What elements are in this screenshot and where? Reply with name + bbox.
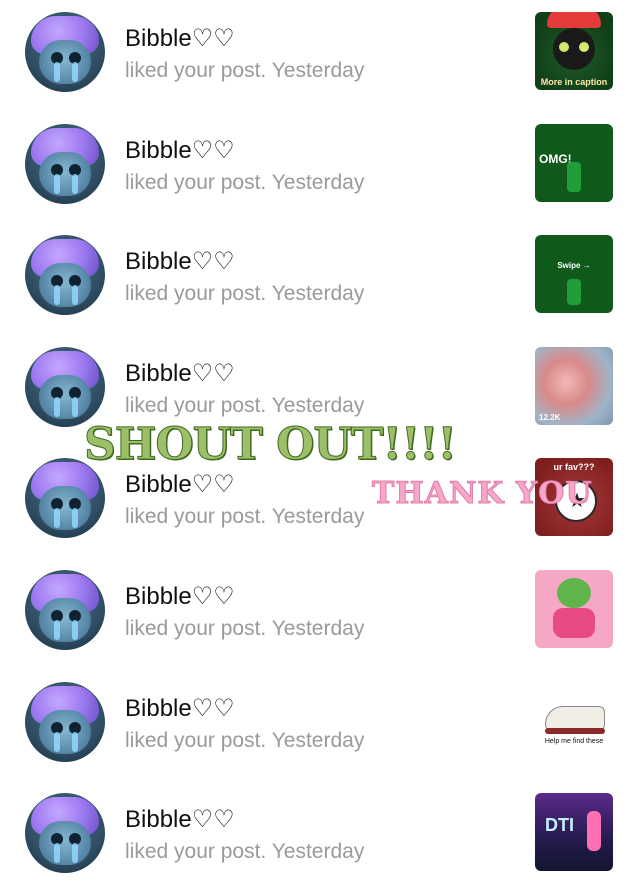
avatar-tear [72,620,78,640]
post-thumbnail[interactable]: Help me find these [535,681,613,760]
thumb-caption: 12.2K [539,412,561,422]
avatar-tear [72,62,78,82]
cat-eye-icon [559,42,569,52]
elf-figure-icon [567,279,581,306]
username[interactable]: Bibble♡♡ [125,694,235,723]
shout-out-overlay-text: SHOUT OUT!!!! [84,419,458,471]
activity-text: liked your post. Yesterday [125,728,365,752]
avatar-tear [54,173,60,194]
avatar[interactable] [25,793,105,874]
thumb-caption: DTI [545,815,574,836]
avatar-figure-icon [587,811,601,852]
post-thumbnail[interactable]: Swipe → [535,235,613,314]
avatar-tear [72,396,78,417]
thumb-caption: More in caption [540,77,608,87]
avatar[interactable] [25,12,105,92]
activity-text: liked your post. Yesterday [125,282,365,306]
avatar-tear [54,396,60,417]
notification-row[interactable]: Bibble♡♡ liked your post. Yesterday [0,558,640,670]
avatar[interactable] [25,570,105,650]
username[interactable]: Bibble♡♡ [125,470,235,499]
post-thumbnail[interactable]: More in caption [535,12,613,90]
avatar-tear [54,508,60,529]
avatar-tear [54,62,60,82]
notification-row[interactable]: Bibble♡♡ liked your post. Yesterday OMG! [0,112,640,224]
avatar-face [39,709,91,754]
avatar-face [39,486,91,531]
username[interactable]: Bibble♡♡ [125,582,235,611]
avatar-tear [54,285,60,306]
avatar-tear [54,620,60,640]
avatar[interactable] [25,458,105,539]
grinch-face-icon [557,578,591,608]
username[interactable]: Bibble♡♡ [125,24,235,53]
avatar[interactable] [25,681,105,762]
post-thumbnail[interactable]: DTI [535,793,613,872]
avatar-face [39,40,91,84]
activity-text: liked your post. Yesterday [125,170,365,194]
thank-you-overlay-text: THANK YOU [372,476,593,512]
avatar-tear [72,285,78,306]
notification-row[interactable]: Bibble♡♡ liked your post. Yesterday More… [0,0,640,112]
grinch-outfit-icon [553,608,595,638]
avatar[interactable] [25,235,105,316]
cat-eye-icon [579,42,589,52]
avatar[interactable] [25,123,105,204]
avatar-tear [54,731,60,752]
notification-row[interactable]: Bibble♡♡ liked your post. Yesterday Swip… [0,223,640,335]
avatar-tear [72,173,78,194]
thumb-caption: ur fav??? [553,462,595,473]
avatar-face [39,374,91,419]
activity-text: liked your post. Yesterday [125,617,365,640]
activity-text: liked your post. Yesterday [125,505,365,529]
avatar-face [39,151,91,196]
activity-text: liked your post. Yesterday [125,840,365,864]
avatar-face [39,821,91,866]
sneaker-sole-icon [545,727,605,734]
username[interactable]: Bibble♡♡ [125,359,235,388]
santa-hat-icon [547,12,601,28]
avatar-tear [72,508,78,529]
activity-text: liked your post. Yesterday [125,59,365,82]
avatar[interactable] [25,346,105,427]
thumb-caption: Help me find these [544,737,604,745]
username[interactable]: Bibble♡♡ [125,136,235,165]
avatar-tear [54,843,60,864]
username[interactable]: Bibble♡♡ [125,805,235,834]
avatar-face [39,598,91,642]
avatar-tear [72,843,78,864]
elf-figure-icon [567,161,581,192]
thumb-caption: Swipe → [557,261,591,271]
notification-row[interactable]: Bibble♡♡ liked your post. Yesterday Help… [0,670,640,782]
post-thumbnail[interactable]: 12.2K [535,346,613,425]
activity-text: liked your post. Yesterday [125,393,365,417]
username[interactable]: Bibble♡♡ [125,247,235,276]
notification-row[interactable]: Bibble♡♡ liked your post. Yesterday DTI [0,781,640,893]
post-thumbnail[interactable]: OMG! [535,123,613,202]
avatar-tear [72,731,78,752]
avatar-face [39,263,91,308]
post-thumbnail[interactable] [535,570,613,648]
